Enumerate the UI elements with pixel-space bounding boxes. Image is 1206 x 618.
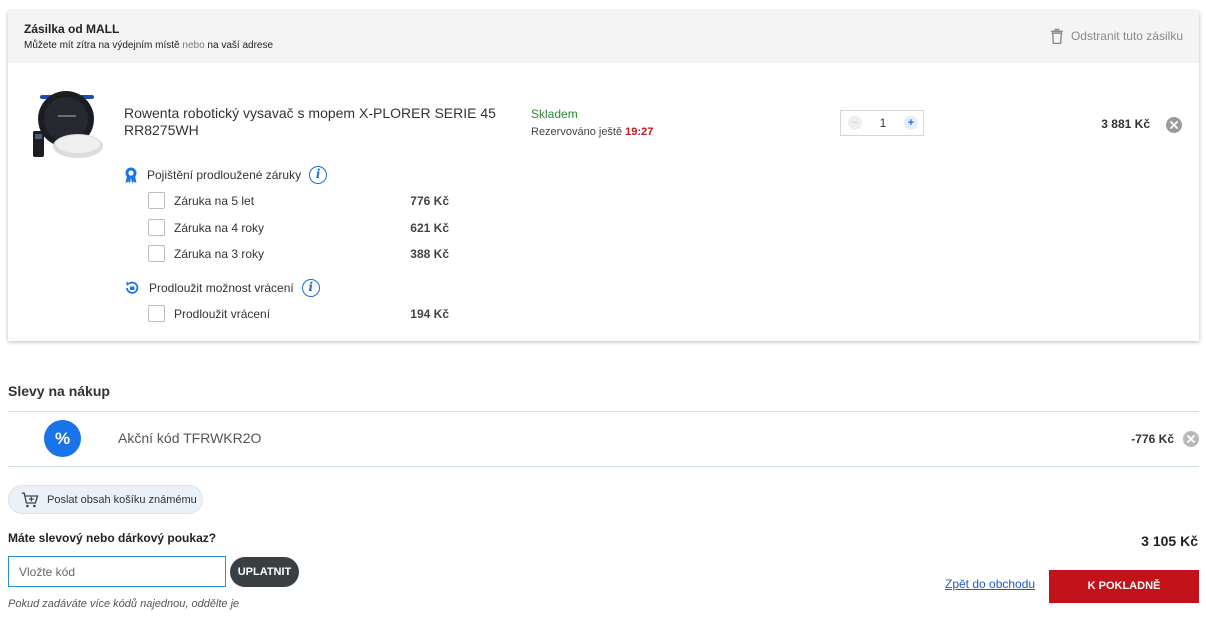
delivery-pickup-text: Můžete mít zítra na výdejním místě [24,40,180,51]
warranty-section-label: Pojištění prodloužené záruky i [124,166,328,184]
product-image[interactable] [30,89,106,163]
remove-discount-button[interactable] [1183,431,1199,447]
reservation-label: Rezervováno ještě [531,126,626,138]
voucher-question: Máte slevový nebo dárkový poukaz? [8,531,217,545]
delivery-address-text: na vaší adrese [207,40,274,51]
shipment-card: Zásilka od MALL Můžete mít zítra na výde… [8,11,1199,341]
returns-label: Prodloužit možnost vrácení [149,281,294,295]
reservation-time: 19:27 [625,126,654,138]
returns-option-extend[interactable]: Prodloužit vrácení 194 Kč [148,304,453,324]
return-arrow-icon [126,281,139,294]
returns-info-icon[interactable]: i [301,279,320,297]
delivery-or-text: nebo [179,40,208,51]
warranty-option-label: Záruka na 4 roky [174,221,265,235]
warranty-3-years-checkbox[interactable] [148,245,165,262]
cart-icon [21,492,39,507]
warranty-4-years-checkbox[interactable] [148,219,165,236]
warranty-option-label: Záruka na 3 roky [174,247,265,261]
warranty-option-price: 621 Kč [410,221,449,235]
send-cart-button[interactable]: Poslat obsah košíku známému [8,485,203,514]
divider [8,411,1199,412]
warranty-info-icon[interactable]: i [309,166,328,184]
back-to-shop-link[interactable]: Zpět do obchodu [945,577,1035,591]
apply-code-button[interactable]: UPLATNIT [230,557,299,587]
warranty-option-price: 388 Kč [410,247,449,261]
quantity-decrease-button[interactable]: − [848,116,862,130]
warranty-option-4-years[interactable]: Záruka na 4 roky 621 Kč [148,218,453,238]
remove-shipment-button[interactable]: Odstranit tuto zásilku [1050,28,1183,44]
close-icon [1170,121,1178,129]
stock-status: Skladem [531,107,578,121]
send-cart-label: Poslat obsah košíku známému [47,493,197,506]
quantity-stepper[interactable]: − 1 + [840,110,924,136]
quantity-value[interactable]: 1 [871,116,895,130]
close-icon [1187,435,1195,443]
trash-icon [1050,28,1063,44]
voucher-code-input[interactable] [8,556,226,587]
divider [8,466,1199,467]
warranty-label: Pojištění prodloužené záruky [147,168,302,182]
award-ribbon-icon [125,167,137,183]
shipment-title: Zásilka od MALL [24,22,120,36]
voucher-hint: Pokud zadáváte více kódů najednou, odděl… [8,598,240,610]
discount-code-label: Akční kód TFRWKR2O [118,430,262,446]
checkout-button[interactable]: K POKLADNĚ [1049,570,1199,603]
warranty-option-label: Záruka na 5 let [174,194,255,208]
warranty-option-3-years[interactable]: Záruka na 3 roky 388 Kč [148,244,453,264]
reservation-text: Rezervováno ještě 19:27 [531,126,653,138]
discounts-heading: Slevy na nákup [8,383,110,399]
product-name[interactable]: Rowenta robotický vysavač s mopem X-PLOR… [124,105,504,139]
extend-return-checkbox[interactable] [148,305,165,322]
product-price: 3 881 Kč [1101,117,1150,131]
remove-shipment-label: Odstranit tuto zásilku [1070,29,1183,43]
warranty-5-years-checkbox[interactable] [148,192,165,209]
discount-amount: -776 Kč [1131,432,1174,446]
returns-option-price: 194 Kč [410,307,449,321]
returns-section-label: Prodloužit možnost vrácení i [124,279,320,297]
shipment-delivery-info: Můžete mít zítra na výdejním místě nebo … [24,40,273,51]
warranty-option-5-years[interactable]: Záruka na 5 let 776 Kč [148,191,453,211]
remove-item-button[interactable] [1166,117,1182,133]
shipment-header: Zásilka od MALL Můžete mít zítra na výde… [8,11,1199,63]
returns-option-label: Prodloužit vrácení [174,307,271,321]
percent-icon: % [44,420,81,457]
warranty-option-price: 776 Kč [410,194,449,208]
quantity-increase-button[interactable]: + [904,116,918,130]
total-price: 3 105 Kč [1141,533,1198,549]
